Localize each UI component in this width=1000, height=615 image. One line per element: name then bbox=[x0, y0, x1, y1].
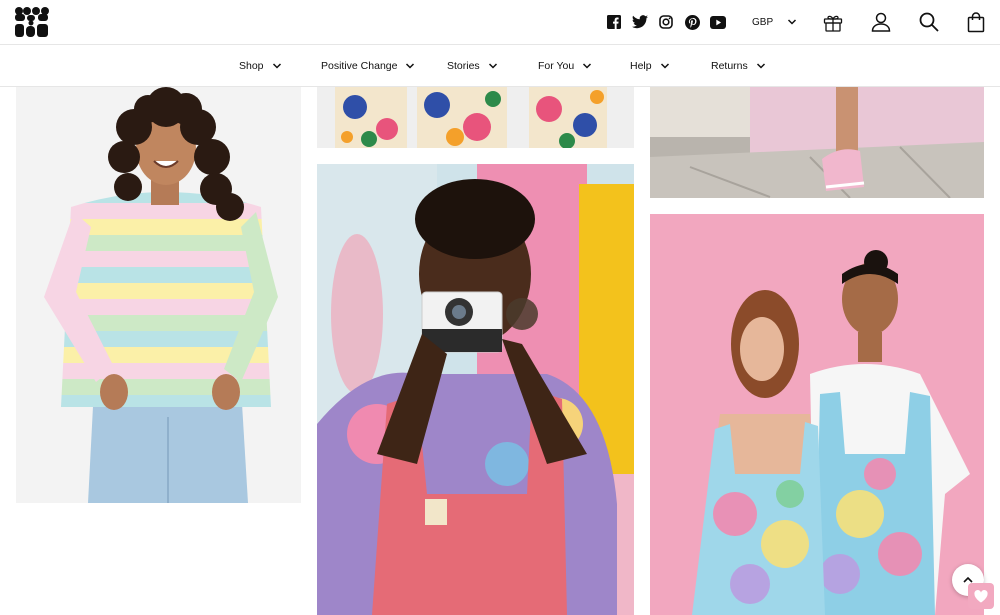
wishlist-button[interactable] bbox=[968, 583, 994, 609]
instagram-icon[interactable] bbox=[657, 13, 675, 31]
gallery-image-tie-dye-couple[interactable] bbox=[650, 214, 984, 615]
gift-icon[interactable] bbox=[822, 11, 844, 33]
chevron-down-icon bbox=[583, 63, 592, 69]
photo-couple-tie-dye bbox=[650, 214, 984, 615]
cart-bag-icon[interactable] bbox=[965, 11, 987, 33]
nav-item-label: Positive Change bbox=[321, 60, 398, 72]
nav-item-label: Returns bbox=[711, 60, 748, 72]
top-header: GBP bbox=[0, 0, 1000, 45]
nav-item-shop[interactable]: Shop bbox=[239, 58, 282, 74]
nav-item-label: Shop bbox=[239, 60, 264, 72]
chevron-down-icon bbox=[406, 63, 415, 69]
facebook-icon[interactable] bbox=[605, 13, 623, 31]
photo-floral-trousers bbox=[317, 87, 634, 148]
account-icon[interactable] bbox=[870, 11, 892, 33]
nav-item-stories[interactable]: Stories bbox=[447, 58, 498, 74]
twitter-icon[interactable] bbox=[631, 13, 649, 31]
currency-selector[interactable]: GBP bbox=[752, 12, 797, 32]
nav-item-label: For You bbox=[538, 60, 575, 72]
currency-label: GBP bbox=[752, 16, 774, 28]
search-icon[interactable] bbox=[918, 11, 940, 33]
photo-man-polaroid-camera bbox=[317, 164, 634, 615]
gallery-image-polaroid-man[interactable] bbox=[317, 164, 634, 615]
chevron-down-icon bbox=[660, 63, 669, 69]
nav-item-label: Stories bbox=[447, 60, 480, 72]
nav-item-returns[interactable]: Returns bbox=[711, 58, 766, 74]
main-nav: Shop Positive Change Stories For You Hel… bbox=[0, 45, 1000, 87]
chevron-down-icon bbox=[272, 63, 281, 69]
chevron-down-icon bbox=[756, 63, 765, 69]
nav-item-positive-change[interactable]: Positive Change bbox=[321, 58, 415, 74]
photo-pink-sneakers bbox=[650, 87, 984, 198]
nav-item-help[interactable]: Help bbox=[630, 58, 670, 74]
gallery-image-striped-top[interactable] bbox=[16, 87, 301, 503]
chevron-down-icon bbox=[488, 63, 497, 69]
nav-item-label: Help bbox=[630, 60, 652, 72]
chevron-down-icon bbox=[788, 19, 797, 25]
heart-icon bbox=[974, 589, 988, 602]
pinterest-icon[interactable] bbox=[683, 13, 701, 31]
youtube-icon[interactable] bbox=[709, 13, 727, 31]
brand-logo[interactable] bbox=[14, 5, 50, 39]
nav-item-for-you[interactable]: For You bbox=[538, 58, 592, 74]
gallery-image-floral-trousers[interactable] bbox=[317, 87, 634, 148]
photo-woman-striped-top bbox=[16, 87, 301, 503]
gallery-image-pink-sneakers[interactable] bbox=[650, 87, 984, 198]
